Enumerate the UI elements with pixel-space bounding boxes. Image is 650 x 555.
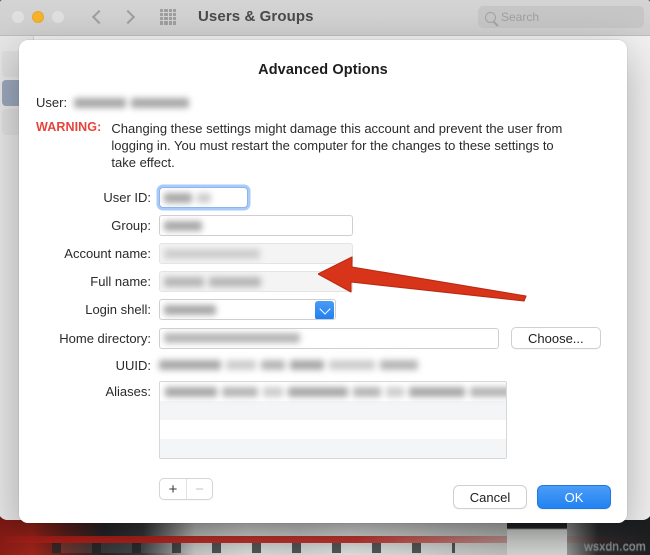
- zoom-light-icon[interactable]: [52, 11, 64, 23]
- chevron-down-icon[interactable]: [315, 301, 334, 320]
- aliases-label: Aliases:: [19, 381, 159, 399]
- full-name-label: Full name:: [19, 274, 159, 289]
- row-full-name: Full name:: [19, 271, 610, 292]
- row-uuid: UUID:: [19, 356, 610, 374]
- uuid-value-redacted: [159, 356, 418, 374]
- group-label: Group:: [19, 218, 159, 233]
- account-name-input[interactable]: [159, 243, 353, 264]
- account-name-value-redacted: [164, 249, 260, 259]
- user-id-input[interactable]: [159, 187, 248, 208]
- login-shell-value-redacted: [164, 305, 216, 315]
- sheet-footer: Cancel OK: [453, 485, 611, 509]
- sheet-title: Advanced Options: [19, 40, 627, 78]
- alias-list-item[interactable]: [160, 382, 506, 401]
- alias-list-item[interactable]: [160, 401, 506, 420]
- choose-button[interactable]: Choose...: [511, 327, 601, 349]
- watermark: wsxdn.com: [584, 539, 646, 553]
- minimize-light-icon[interactable]: [32, 11, 44, 23]
- warning-block: WARNING: Changing these settings might d…: [36, 120, 605, 171]
- window-title: Users & Groups: [198, 8, 314, 25]
- row-group: Group:: [19, 215, 610, 236]
- login-shell-label: Login shell:: [19, 302, 159, 317]
- alias-value-redacted: [165, 387, 507, 397]
- user-value-redacted: [74, 98, 189, 108]
- warning-label: WARNING:: [36, 120, 101, 171]
- close-light-icon[interactable]: [12, 11, 24, 23]
- forward-chevron-icon[interactable]: [123, 11, 134, 22]
- alias-add-remove-group: + −: [159, 478, 213, 500]
- row-aliases: Aliases:: [19, 381, 610, 459]
- user-id-label: User ID:: [19, 190, 159, 205]
- alias-list-item[interactable]: [160, 420, 506, 439]
- user-id-value-redacted: [164, 193, 211, 203]
- aliases-list[interactable]: [159, 381, 507, 459]
- remove-alias-button[interactable]: −: [186, 479, 212, 499]
- window-titlebar: Users & Groups Search: [0, 0, 650, 36]
- screen: wsxdn.com Users & Groups Se: [0, 0, 650, 555]
- account-name-label: Account name:: [19, 246, 159, 261]
- advanced-options-form: User ID: Group: Accou: [19, 187, 627, 500]
- advanced-options-sheet: Advanced Options User: WARNING: Changing…: [19, 40, 627, 523]
- alias-list-item[interactable]: [160, 439, 506, 458]
- search-icon: [485, 12, 496, 23]
- cancel-button[interactable]: Cancel: [453, 485, 527, 509]
- search-field[interactable]: Search: [478, 6, 644, 28]
- wallpaper-detail: [52, 543, 455, 553]
- group-input[interactable]: [159, 215, 353, 236]
- group-value-redacted: [164, 221, 202, 231]
- full-name-value-redacted: [164, 277, 261, 287]
- search-placeholder: Search: [501, 10, 539, 24]
- back-chevron-icon[interactable]: [92, 11, 103, 22]
- login-shell-popup[interactable]: [159, 299, 336, 320]
- full-name-input[interactable]: [159, 271, 353, 292]
- warning-text: Changing these settings might damage thi…: [111, 120, 581, 171]
- row-account-name: Account name:: [19, 243, 610, 264]
- user-row: User:: [36, 95, 627, 110]
- add-alias-button[interactable]: +: [160, 479, 186, 499]
- ok-button[interactable]: OK: [537, 485, 611, 509]
- user-label: User:: [36, 95, 67, 110]
- show-all-icon[interactable]: [160, 9, 176, 25]
- row-user-id: User ID:: [19, 187, 610, 208]
- home-directory-label: Home directory:: [19, 331, 159, 346]
- home-directory-input[interactable]: [159, 328, 499, 349]
- uuid-label: UUID:: [19, 358, 159, 373]
- traffic-lights: [12, 11, 64, 23]
- home-directory-value-redacted: [164, 333, 300, 343]
- row-home-directory: Home directory: Choose...: [19, 327, 610, 349]
- row-login-shell: Login shell:: [19, 299, 610, 320]
- nav-buttons: [92, 11, 134, 22]
